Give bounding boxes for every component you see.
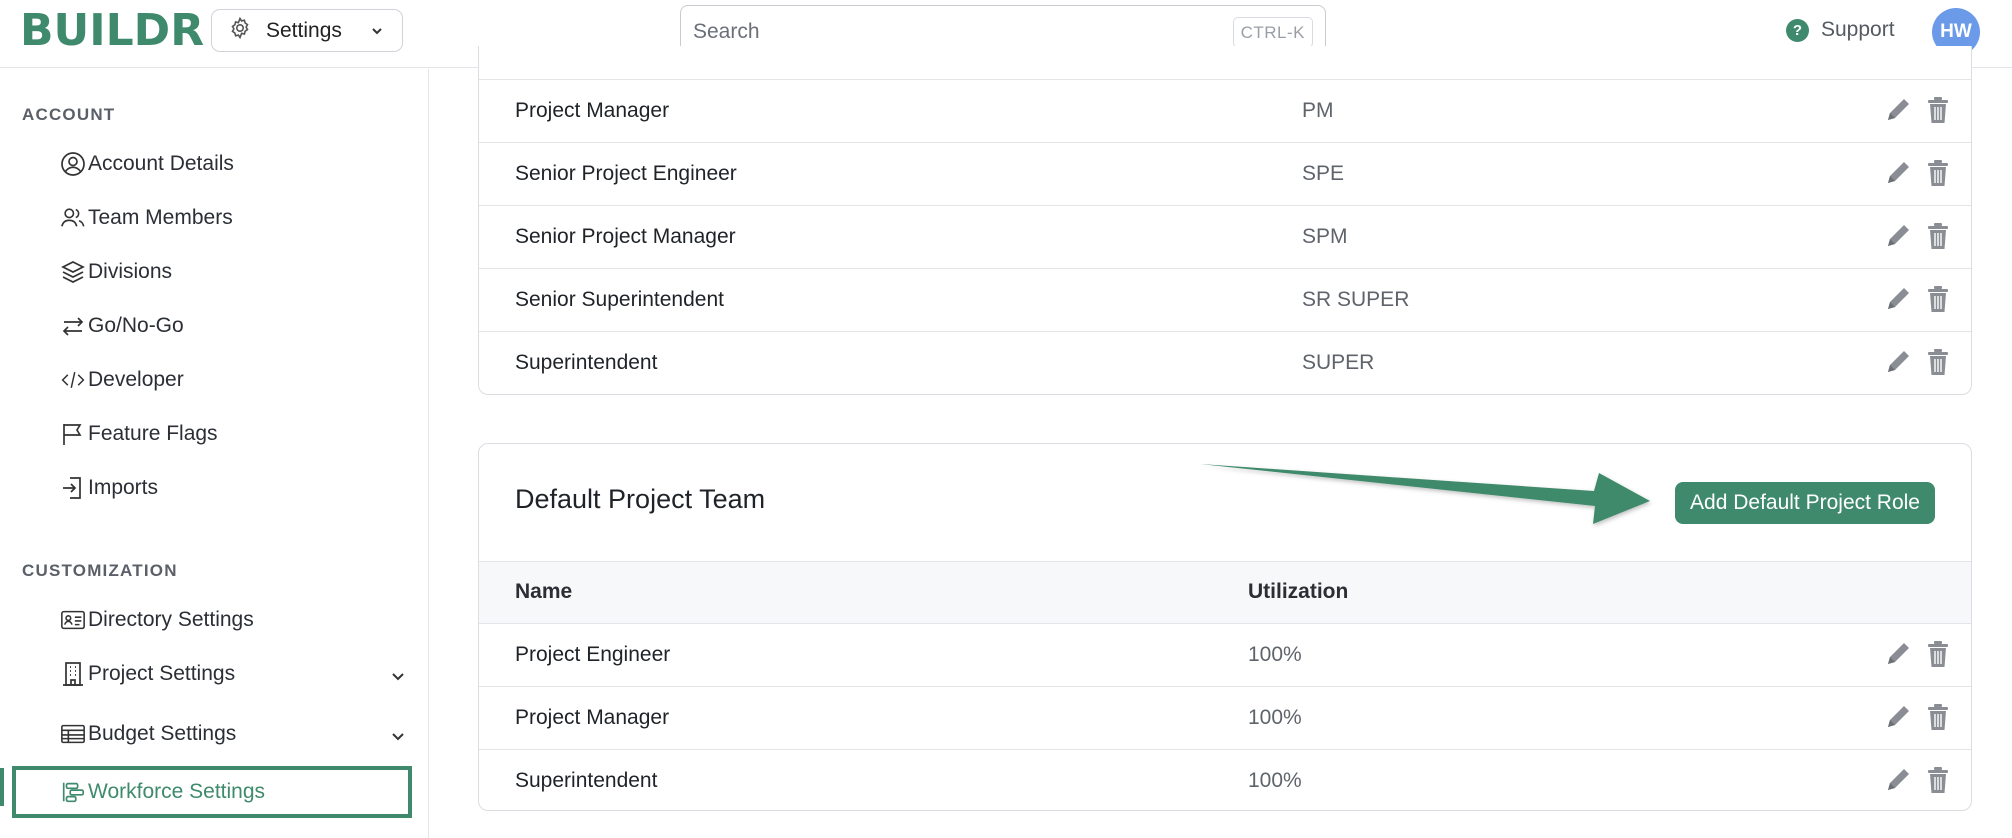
utilization-value: 100% bbox=[1248, 769, 1302, 792]
settings-dropdown[interactable]: Settings bbox=[211, 9, 403, 52]
table-row: Project Manager 100% bbox=[479, 686, 1971, 749]
sidebar-item-divisions[interactable]: Divisions bbox=[22, 250, 412, 294]
role-abbreviation: SUPER bbox=[1302, 351, 1375, 374]
pencil-icon[interactable] bbox=[1883, 157, 1913, 189]
table-row: Senior Project Engineer SPE bbox=[479, 142, 1971, 205]
chevron-down-icon[interactable] bbox=[390, 728, 406, 749]
logo[interactable]: BUILDR bbox=[20, 6, 204, 56]
settings-label: Settings bbox=[266, 18, 342, 42]
section-title-customization: CUSTOMIZATION bbox=[22, 561, 178, 580]
column-header-name[interactable]: Name bbox=[515, 580, 572, 604]
help-icon: ? bbox=[1786, 18, 1809, 42]
chevron-down-icon bbox=[370, 24, 384, 43]
pencil-icon[interactable] bbox=[1883, 94, 1913, 126]
role-abbreviation: PM bbox=[1302, 99, 1334, 122]
pencil-icon[interactable] bbox=[1883, 283, 1913, 315]
add-default-project-role-button[interactable]: Add Default Project Role bbox=[1675, 482, 1935, 524]
trash-icon[interactable] bbox=[1925, 346, 1955, 378]
active-indicator bbox=[0, 768, 4, 806]
utilization-value: 100% bbox=[1248, 706, 1302, 729]
role-abbreviation: SPM bbox=[1302, 225, 1348, 248]
pencil-icon[interactable] bbox=[1883, 638, 1913, 670]
sidebar-item-label: Project Settings bbox=[88, 662, 236, 685]
table-row: Superintendent 100% bbox=[479, 749, 1971, 810]
table-row: Senior Superintendent SR SUPER bbox=[479, 268, 1971, 331]
sidebar-item-label: Directory Settings bbox=[88, 608, 254, 631]
team-role-name: Superintendent bbox=[515, 769, 658, 792]
support-link[interactable]: ? Support bbox=[1786, 18, 1895, 42]
table-icon bbox=[42, 722, 86, 746]
sidebar-item-label: Imports bbox=[88, 476, 159, 499]
table-row: Senior Project Manager SPM bbox=[479, 205, 1971, 268]
sidebar-item-label: Developer bbox=[88, 368, 184, 391]
sidebar-item-account-details[interactable]: Account Details bbox=[22, 142, 412, 186]
table-row: Superintendent SUPER bbox=[479, 331, 1971, 394]
pencil-icon[interactable] bbox=[1883, 346, 1913, 378]
sidebar-item-label: Budget Settings bbox=[88, 722, 237, 745]
search-shortcut-badge: CTRL-K bbox=[1232, 17, 1313, 48]
team-role-name: Project Manager bbox=[515, 706, 670, 729]
sidebar-item-label: Team Members bbox=[88, 206, 233, 229]
workforce-icon bbox=[42, 779, 86, 805]
sidebar-item-label: Go/No-Go bbox=[88, 314, 184, 337]
pencil-icon[interactable] bbox=[1883, 220, 1913, 252]
sidebar-item-workforce-settings[interactable]: Workforce Settings bbox=[12, 766, 412, 818]
team-role-name: Project Engineer bbox=[515, 643, 671, 666]
role-name: Senior Project Engineer bbox=[515, 162, 737, 185]
layers-icon bbox=[42, 259, 86, 285]
flag-icon bbox=[42, 421, 86, 447]
sidebar-item-directory-settings[interactable]: Directory Settings bbox=[22, 598, 412, 642]
chevron-down-icon[interactable] bbox=[390, 668, 406, 689]
card-title: Default Project Team bbox=[515, 484, 766, 514]
user-circle-icon bbox=[42, 151, 86, 177]
id-card-icon bbox=[42, 608, 86, 632]
import-icon bbox=[42, 475, 86, 501]
role-name: Project Manager bbox=[515, 99, 670, 122]
role-abbreviation: SPE bbox=[1302, 162, 1345, 185]
roles-card: Project Manager PM Senior Project Engine… bbox=[478, 46, 1972, 395]
trash-icon[interactable] bbox=[1925, 283, 1955, 315]
trash-icon[interactable] bbox=[1925, 220, 1955, 252]
role-name: Senior Superintendent bbox=[515, 288, 724, 311]
sidebar-item-label: Divisions bbox=[88, 260, 173, 283]
sidebar-item-developer[interactable]: Developer bbox=[22, 358, 412, 402]
code-icon bbox=[42, 367, 86, 393]
support-label: Support bbox=[1821, 18, 1895, 41]
table-header: Name Utilization bbox=[479, 561, 1971, 623]
users-icon bbox=[42, 205, 86, 231]
sidebar-item-label: Workforce Settings bbox=[88, 780, 266, 803]
trash-icon[interactable] bbox=[1925, 701, 1955, 733]
gear-icon bbox=[228, 16, 252, 45]
trash-icon[interactable] bbox=[1925, 157, 1955, 189]
utilization-value: 100% bbox=[1248, 643, 1302, 666]
table-row: Project Manager PM bbox=[479, 79, 1971, 142]
table-row: Project Engineer 100% bbox=[479, 623, 1971, 686]
sidebar-item-project-settings[interactable]: Project Settings bbox=[22, 652, 412, 696]
role-abbreviation: SR SUPER bbox=[1302, 288, 1410, 311]
sidebar-item-label: Account Details bbox=[88, 152, 234, 175]
sidebar-item-imports[interactable]: Imports bbox=[22, 466, 412, 510]
arrows-swap-icon bbox=[42, 313, 86, 339]
sidebar-item-budget-settings[interactable]: Budget Settings bbox=[22, 712, 412, 756]
trash-icon[interactable] bbox=[1925, 94, 1955, 126]
pencil-icon[interactable] bbox=[1883, 701, 1913, 733]
role-name: Senior Project Manager bbox=[515, 225, 736, 248]
sidebar-item-label: Feature Flags bbox=[88, 422, 218, 445]
role-name: Superintendent bbox=[515, 351, 658, 374]
sidebar: ACCOUNT Account Details Team Members Div… bbox=[0, 69, 429, 838]
column-header-utilization[interactable]: Utilization bbox=[1248, 580, 1348, 604]
building-icon bbox=[42, 661, 86, 687]
section-title-account: ACCOUNT bbox=[22, 105, 116, 124]
annotation-arrow bbox=[1200, 464, 1650, 524]
sidebar-item-feature-flags[interactable]: Feature Flags bbox=[22, 412, 412, 456]
sidebar-item-go-no-go[interactable]: Go/No-Go bbox=[22, 304, 412, 348]
trash-icon[interactable] bbox=[1925, 764, 1955, 796]
sidebar-item-team-members[interactable]: Team Members bbox=[22, 196, 412, 240]
pencil-icon[interactable] bbox=[1883, 764, 1913, 796]
search-input[interactable] bbox=[693, 19, 1213, 44]
trash-icon[interactable] bbox=[1925, 638, 1955, 670]
